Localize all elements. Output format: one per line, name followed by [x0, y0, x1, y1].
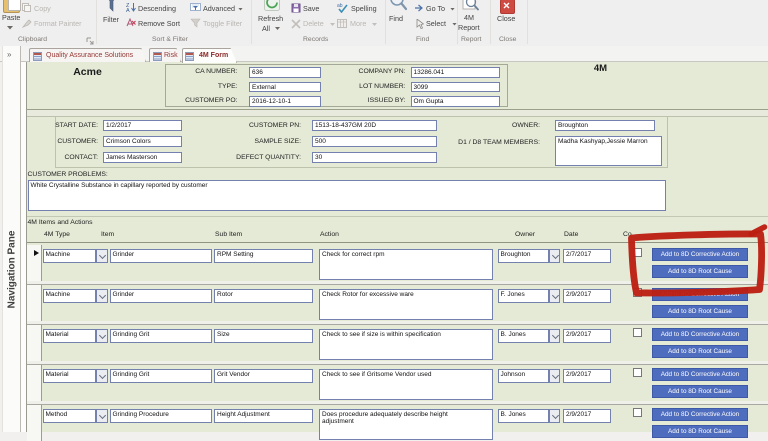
svg-text:ab: ab	[337, 3, 343, 9]
svg-text:A: A	[126, 8, 130, 12]
